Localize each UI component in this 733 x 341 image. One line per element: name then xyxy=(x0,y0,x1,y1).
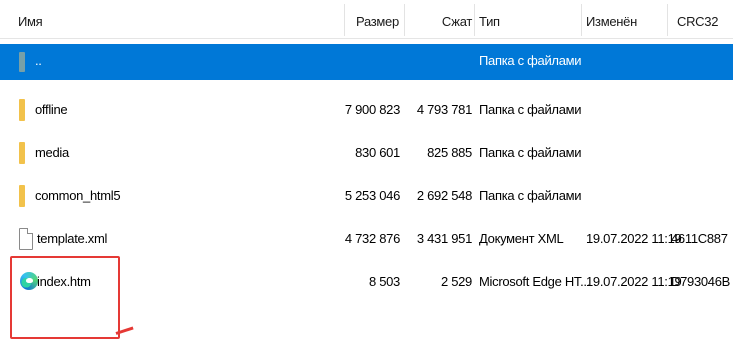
row-size: 7 900 823 xyxy=(344,102,400,117)
column-header-name[interactable]: Имя xyxy=(18,14,43,29)
column-divider[interactable] xyxy=(474,4,475,36)
folder-icon xyxy=(19,99,25,121)
column-header-bar: Имя Размер Сжат Тип Изменён CRC32 xyxy=(0,0,733,39)
row-size: 5 253 046 xyxy=(344,188,400,203)
row-name: template.xml xyxy=(37,231,108,246)
row-type: Папка с файлами xyxy=(479,145,582,160)
column-divider[interactable] xyxy=(667,4,668,36)
row-type: Microsoft Edge HT... xyxy=(479,274,591,289)
row-size: 4 732 876 xyxy=(344,231,400,246)
column-header-crc[interactable]: CRC32 xyxy=(677,14,718,29)
table-row-parent[interactable]: .. Папка с файлами xyxy=(0,44,733,80)
row-crc: D793046B xyxy=(671,274,731,289)
table-row[interactable]: template.xml 4 732 876 3 431 951 Докумен… xyxy=(0,222,733,258)
row-size: 830 601 xyxy=(355,145,400,160)
column-header-type[interactable]: Тип xyxy=(479,14,500,29)
folder-icon xyxy=(19,185,25,207)
table-row[interactable]: offline 7 900 823 4 793 781 Папка с файл… xyxy=(0,93,733,129)
folder-icon xyxy=(19,142,25,164)
column-header-packed[interactable]: Сжат xyxy=(438,14,472,29)
xml-file-icon xyxy=(19,228,33,250)
column-divider[interactable] xyxy=(344,4,345,36)
row-name: .. xyxy=(35,53,42,68)
column-header-modified[interactable]: Изменён xyxy=(586,14,637,29)
row-type: Документ XML xyxy=(479,231,564,246)
row-packed: 2 529 xyxy=(440,274,472,289)
row-type: Папка с файлами xyxy=(479,188,582,203)
row-packed: 825 885 xyxy=(427,145,472,160)
table-row[interactable]: media 830 601 825 885 Папка с файлами xyxy=(0,136,733,172)
row-type: Папка с файлами xyxy=(479,53,582,68)
row-name: offline xyxy=(35,102,68,117)
row-size: 8 503 xyxy=(368,274,400,289)
row-packed: 2 692 548 xyxy=(416,188,472,203)
parent-folder-icon xyxy=(19,52,25,72)
column-divider[interactable] xyxy=(581,4,582,36)
row-packed: 4 793 781 xyxy=(416,102,472,117)
row-modified: 19.07.2022 11:19 xyxy=(586,231,682,246)
row-name: common_html5 xyxy=(35,188,121,203)
row-crc: 4611C887 xyxy=(671,231,728,246)
highlight-annotation-box xyxy=(10,256,120,339)
row-type: Папка с файлами xyxy=(479,102,582,117)
row-modified: 19.07.2022 11:19 xyxy=(586,274,682,289)
row-name: media xyxy=(35,145,69,160)
row-packed: 3 431 951 xyxy=(416,231,472,246)
column-header-size[interactable]: Размер xyxy=(356,14,399,29)
column-divider[interactable] xyxy=(404,4,405,36)
table-row[interactable]: common_html5 5 253 046 2 692 548 Папка с… xyxy=(0,179,733,215)
